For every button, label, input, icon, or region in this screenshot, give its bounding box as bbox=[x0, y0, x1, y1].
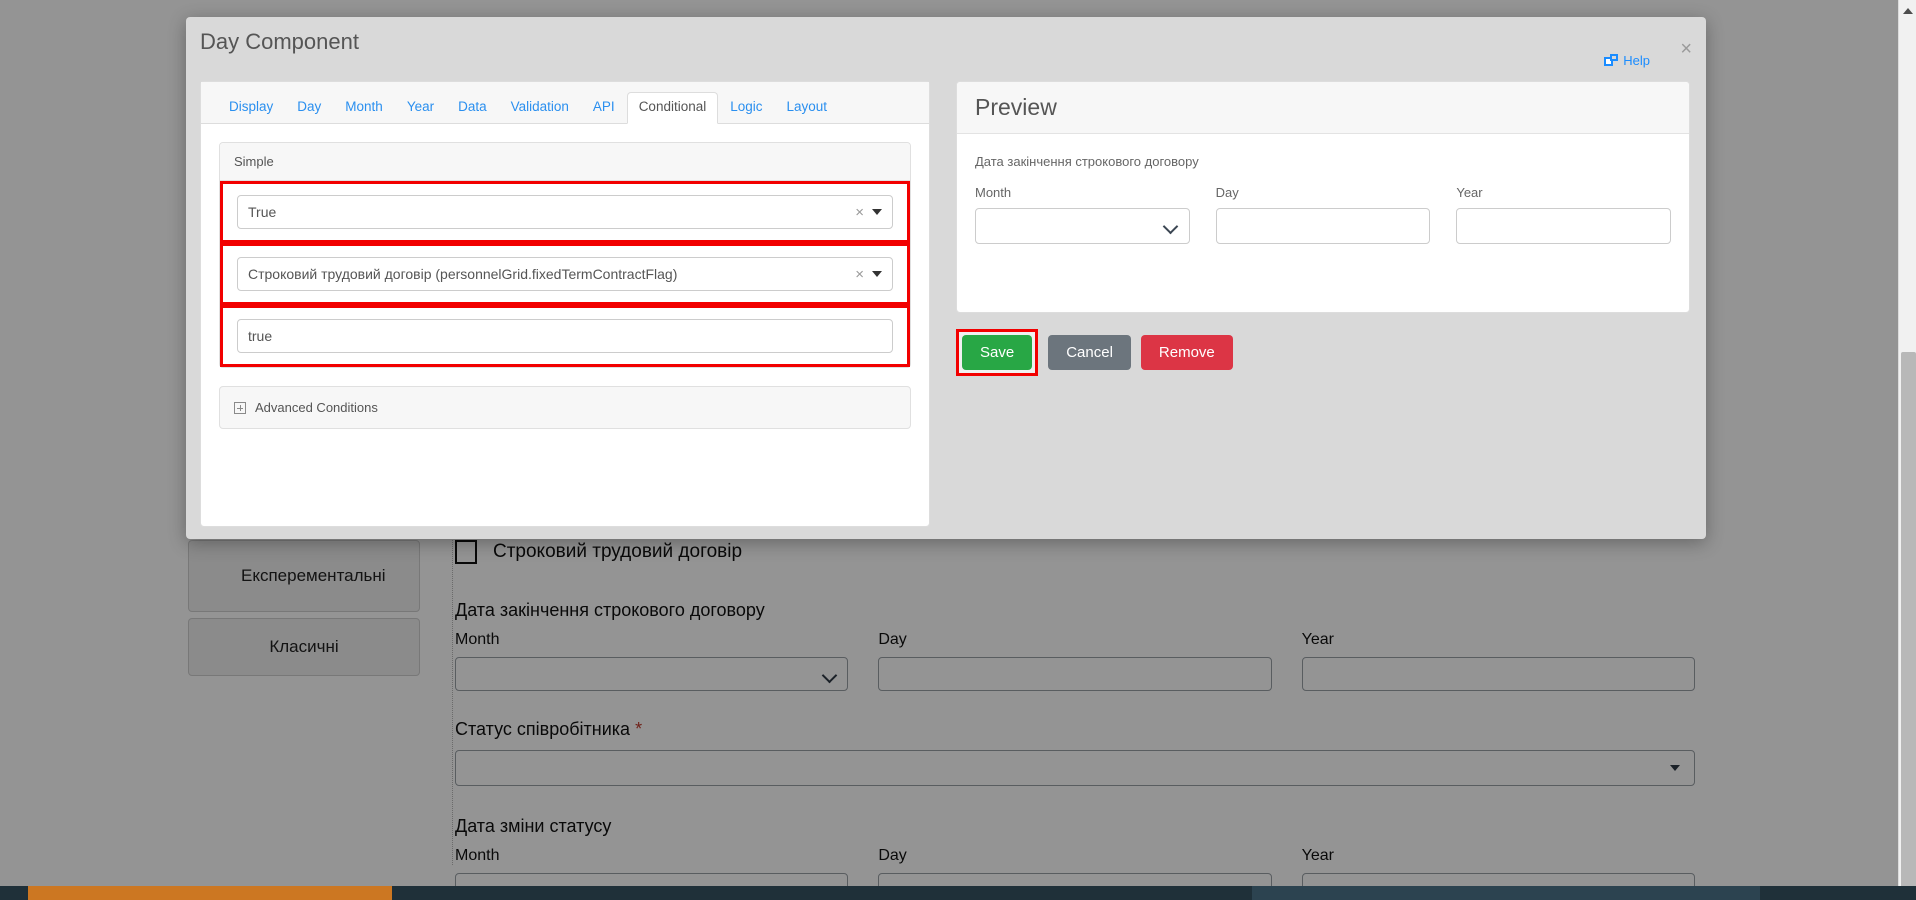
close-icon[interactable]: × bbox=[1680, 39, 1692, 59]
preview-month-select[interactable] bbox=[975, 208, 1190, 244]
when-field-value: Строковий трудовий договір (personnelGri… bbox=[248, 266, 847, 282]
advanced-conditions-label: Advanced Conditions bbox=[255, 400, 378, 415]
settings-panel: Display Day Month Year Data Validation A… bbox=[200, 81, 930, 527]
taskbar-segment-2[interactable] bbox=[1252, 886, 1760, 900]
preview-date-row: Month Day Year bbox=[975, 185, 1671, 244]
show-condition-clear-icon[interactable]: × bbox=[847, 205, 872, 220]
tab-day[interactable]: Day bbox=[285, 92, 333, 124]
show-condition-value: True bbox=[248, 204, 847, 220]
preview-body: Дата закінчення строкового договору Mont… bbox=[957, 134, 1689, 244]
modal-title: Day Component bbox=[200, 29, 359, 55]
preview-month-label: Month bbox=[975, 185, 1190, 200]
preview-year-col: Year bbox=[1456, 185, 1671, 244]
modal-body: Display Day Month Year Data Validation A… bbox=[186, 61, 1706, 539]
modal-header: Day Component Help × bbox=[186, 17, 1706, 61]
simple-section-body: True × Строковий трудовий договір (perso… bbox=[220, 181, 910, 367]
preview-header: Preview bbox=[957, 82, 1689, 134]
preview-year-input[interactable] bbox=[1456, 208, 1671, 244]
tab-layout[interactable]: Layout bbox=[775, 92, 840, 124]
show-condition-highlight: True × bbox=[220, 181, 910, 243]
preview-day-col: Day bbox=[1216, 185, 1431, 244]
remove-button[interactable]: Remove bbox=[1141, 335, 1233, 370]
simple-conditions-card: Simple True × Ст bbox=[219, 142, 911, 368]
day-component-modal: Day Component Help × Display Day Month Y… bbox=[186, 17, 1706, 539]
cancel-button[interactable]: Cancel bbox=[1048, 335, 1131, 370]
preview-field-label: Дата закінчення строкового договору bbox=[975, 154, 1671, 169]
taskbar-segment-3[interactable] bbox=[1760, 886, 1916, 900]
preview-panel: Preview Дата закінчення строкового догов… bbox=[956, 81, 1690, 313]
taskbar[interactable] bbox=[0, 886, 1916, 900]
tab-logic[interactable]: Logic bbox=[718, 92, 774, 124]
tab-year[interactable]: Year bbox=[395, 92, 446, 124]
tab-data[interactable]: Data bbox=[446, 92, 499, 124]
preview-day-input[interactable] bbox=[1216, 208, 1431, 244]
advanced-conditions-toggle[interactable]: Advanced Conditions bbox=[219, 386, 911, 429]
screen: Експерементальні Класичні Строковий труд… bbox=[0, 0, 1916, 900]
preview-year-label: Year bbox=[1456, 185, 1671, 200]
preview-title: Preview bbox=[975, 94, 1057, 121]
when-field-clear-icon[interactable]: × bbox=[847, 267, 872, 282]
conditional-tab-panel: Simple True × Ст bbox=[201, 124, 929, 447]
has-value-highlight: true bbox=[220, 305, 910, 367]
has-value-input[interactable]: true bbox=[237, 319, 893, 353]
tab-validation[interactable]: Validation bbox=[499, 92, 581, 124]
when-field-select[interactable]: Строковий трудовий договір (personnelGri… bbox=[237, 257, 893, 291]
tab-month[interactable]: Month bbox=[333, 92, 395, 124]
scroll-up-arrow-icon[interactable] bbox=[1899, 2, 1916, 20]
tab-conditional[interactable]: Conditional bbox=[627, 92, 719, 124]
preview-day-label: Day bbox=[1216, 185, 1431, 200]
save-button-highlight: Save bbox=[956, 329, 1038, 376]
scrollbar-thumb[interactable] bbox=[1901, 352, 1916, 892]
show-condition-chevron-down-icon[interactable] bbox=[872, 209, 882, 215]
preview-month-col: Month bbox=[975, 185, 1190, 244]
settings-tabbar: Display Day Month Year Data Validation A… bbox=[201, 82, 929, 124]
simple-section-title: Simple bbox=[220, 143, 910, 181]
when-field-highlight: Строковий трудовий договір (personnelGri… bbox=[220, 243, 910, 305]
show-condition-select[interactable]: True × bbox=[237, 195, 893, 229]
save-button[interactable]: Save bbox=[962, 335, 1032, 370]
vertical-scrollbar[interactable] bbox=[1898, 0, 1916, 888]
taskbar-active-window[interactable] bbox=[28, 886, 392, 900]
modal-actions: Save Cancel Remove bbox=[956, 329, 1233, 376]
plus-box-icon bbox=[234, 402, 246, 414]
tab-display[interactable]: Display bbox=[217, 92, 285, 124]
tab-api[interactable]: API bbox=[581, 92, 627, 124]
when-field-chevron-down-icon[interactable] bbox=[872, 271, 882, 277]
